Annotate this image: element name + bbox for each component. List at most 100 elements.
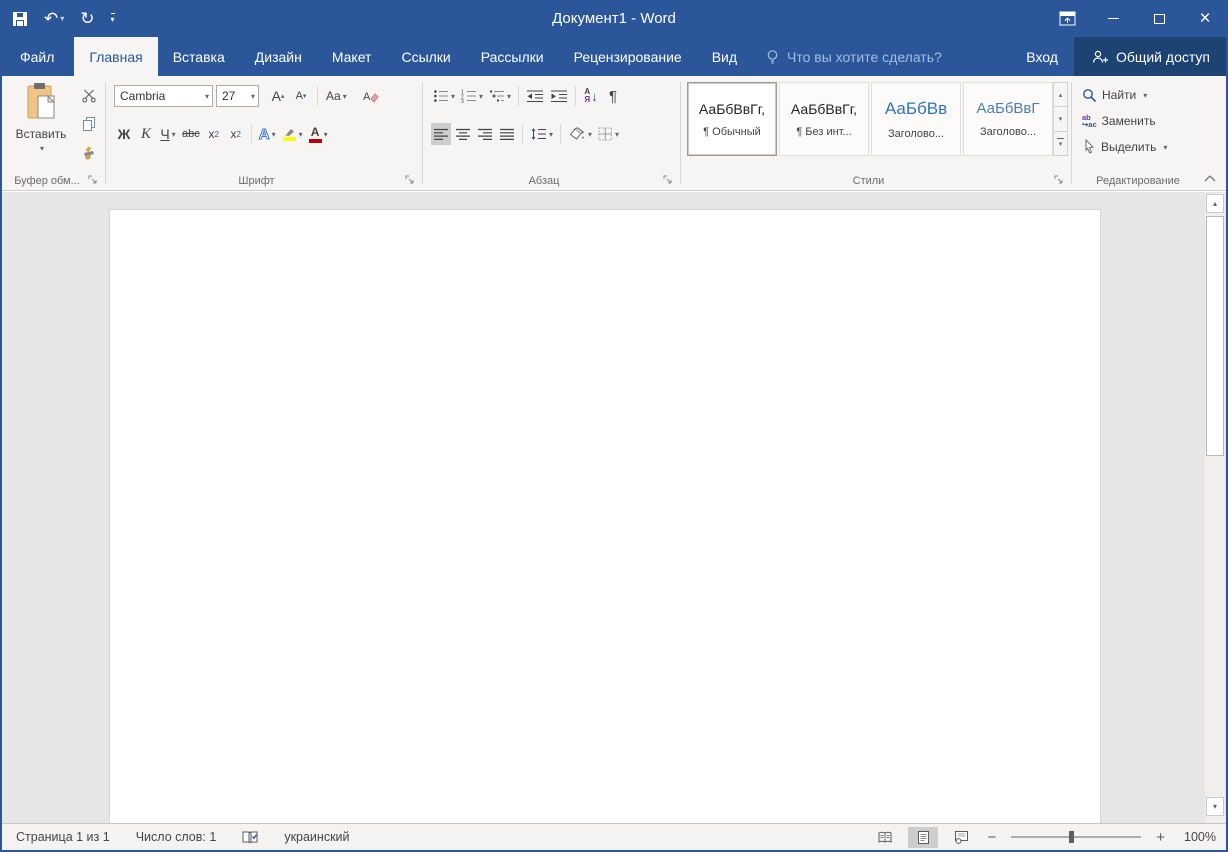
align-left-button[interactable] <box>431 123 451 145</box>
style-heading1[interactable]: АаБбВв Заголово... <box>871 82 961 156</box>
tab-review[interactable]: Рецензирование <box>559 37 697 76</box>
change-case-button[interactable]: Aa ▾ <box>324 85 349 107</box>
clear-formatting-button[interactable]: A <box>360 85 381 107</box>
highlight-caret-icon: ▾ <box>299 130 303 139</box>
tab-references[interactable]: Ссылки <box>386 37 465 76</box>
grow-font-button[interactable]: А ▴ <box>268 85 288 107</box>
bold-button[interactable]: Ж <box>114 123 134 145</box>
scrollbar-thumb[interactable] <box>1206 216 1224 456</box>
font-color-button[interactable]: А ▾ <box>307 123 330 145</box>
paragraph-dialog-launcher[interactable] <box>663 175 674 186</box>
share-label: Общий доступ <box>1116 49 1210 65</box>
styles-scroll-down-button[interactable]: ▾ <box>1053 107 1068 131</box>
proofing-status-icon[interactable] <box>242 830 258 845</box>
font-group-label: Шрифт <box>106 175 407 187</box>
copy-button[interactable] <box>79 113 99 135</box>
bullets-button[interactable]: ▾ <box>431 85 457 107</box>
highlight-button[interactable]: ▾ <box>280 123 305 145</box>
tab-file[interactable]: Файл <box>0 37 74 76</box>
page-indicator[interactable]: Страница 1 из 1 <box>16 830 110 844</box>
select-button[interactable]: Выделить ▾ <box>1082 136 1167 158</box>
maximize-button[interactable] <box>1136 0 1182 37</box>
close-button[interactable]: × <box>1182 0 1228 37</box>
paragraph-row2-separator2 <box>560 124 561 144</box>
zoom-slider[interactable] <box>1011 836 1141 838</box>
scroll-down-button[interactable]: ▾ <box>1206 797 1224 816</box>
font-size-combo[interactable]: 27 ▾ <box>216 85 259 107</box>
text-effects-button[interactable]: А ▾ <box>257 123 278 145</box>
text-effects-caret-icon: ▾ <box>272 130 276 139</box>
strikethrough-button[interactable]: abc <box>180 123 202 145</box>
font-color-icon: А <box>309 126 322 143</box>
replace-button[interactable]: ab ↪ac Заменить <box>1082 110 1156 132</box>
align-right-button[interactable] <box>475 123 495 145</box>
print-layout-button[interactable] <box>908 827 938 848</box>
format-painter-icon <box>80 146 97 161</box>
clipboard-group: Вставить ▾ <box>4 76 104 190</box>
justify-button[interactable] <box>497 123 517 145</box>
find-button[interactable]: Найти ▾ <box>1082 84 1147 106</box>
select-caret-icon: ▾ <box>1163 143 1167 152</box>
show-marks-button[interactable]: ¶ <box>603 85 623 107</box>
ribbon-display-options-button[interactable] <box>1044 0 1090 37</box>
font-family-combo[interactable]: Cambria ▾ <box>114 85 213 107</box>
borders-button[interactable]: ▾ <box>596 123 621 145</box>
line-spacing-button[interactable]: ▾ <box>528 123 555 145</box>
language-indicator[interactable]: украинский <box>284 830 349 844</box>
tab-view[interactable]: Вид <box>697 37 752 76</box>
align-center-button[interactable] <box>453 123 473 145</box>
tab-design[interactable]: Дизайн <box>240 37 317 76</box>
italic-button[interactable]: К <box>136 123 156 145</box>
tab-layout[interactable]: Макет <box>317 37 387 76</box>
format-painter-button[interactable] <box>78 142 99 164</box>
tab-insert[interactable]: Вставка <box>158 37 240 76</box>
style-no-spacing[interactable]: АаБбВвГг, ¶ Без инт... <box>779 82 869 156</box>
minimize-button[interactable] <box>1090 0 1136 37</box>
read-mode-button[interactable] <box>870 827 900 848</box>
font-row2-separator <box>251 124 252 144</box>
style-normal[interactable]: АаБбВвГг, ¶ Обычный <box>687 82 777 156</box>
numbering-button[interactable]: 1 2 3 ▾ <box>459 85 485 107</box>
clipboard-small-buttons <box>78 84 99 164</box>
multilevel-list-button[interactable]: ▾ <box>487 85 513 107</box>
shrink-font-button[interactable]: А ▾ <box>291 85 311 107</box>
zoom-percentage[interactable]: 100% <box>1176 830 1216 844</box>
styles-dialog-launcher[interactable] <box>1054 175 1065 186</box>
clipboard-dialog-launcher[interactable] <box>88 175 99 186</box>
shading-button[interactable]: ▾ <box>566 123 594 145</box>
share-button[interactable]: Общий доступ <box>1074 37 1228 76</box>
clipboard-group-label: Буфер обм... <box>4 175 90 187</box>
paragraph-row-separator2 <box>575 86 576 106</box>
ribbon-tab-row: Файл Главная Вставка Дизайн Макет Ссылки… <box>0 37 1228 76</box>
sign-in-button[interactable]: Вход <box>1010 37 1074 76</box>
styles-scroll-up-button[interactable]: ▴ <box>1053 82 1068 107</box>
sort-button[interactable]: АЯ ↓ <box>581 85 601 107</box>
select-cursor-icon <box>1082 139 1096 155</box>
vertical-scrollbar[interactable]: ▴ ▾ <box>1205 193 1225 823</box>
status-bar: Страница 1 из 1 Число слов: 1 украинский <box>2 823 1226 850</box>
zoom-in-button[interactable]: + <box>1153 829 1168 846</box>
font-family-caret-icon: ▾ <box>202 92 212 101</box>
scroll-up-button[interactable]: ▴ <box>1206 194 1224 213</box>
align-center-icon <box>455 128 471 141</box>
styles-gallery-more-button[interactable]: ▾ <box>1053 132 1068 156</box>
zoom-out-button[interactable]: − <box>984 829 999 846</box>
paste-button[interactable]: Вставить ▾ <box>12 82 70 174</box>
underline-button[interactable]: Ч ▾ <box>158 123 178 145</box>
subscript-button[interactable]: x2 <box>204 123 224 145</box>
word-count[interactable]: Число слов: 1 <box>136 830 217 844</box>
cut-button[interactable] <box>79 84 99 106</box>
decrease-indent-button[interactable] <box>524 85 546 107</box>
tell-me-box[interactable]: Что вы хотите сделать? <box>752 37 956 76</box>
tab-mailings[interactable]: Рассылки <box>466 37 559 76</box>
collapse-ribbon-button[interactable] <box>1204 175 1216 182</box>
zoom-slider-thumb[interactable] <box>1069 831 1074 843</box>
document-page[interactable] <box>109 209 1101 823</box>
tab-home[interactable]: Главная <box>74 37 157 76</box>
font-dialog-launcher[interactable] <box>405 175 416 186</box>
superscript-button[interactable]: x2 <box>226 123 246 145</box>
web-layout-button[interactable] <box>946 827 976 848</box>
style-heading2[interactable]: АаБбВвГ Заголово... <box>963 82 1053 156</box>
increase-indent-button[interactable] <box>548 85 570 107</box>
minimize-icon <box>1108 18 1119 19</box>
